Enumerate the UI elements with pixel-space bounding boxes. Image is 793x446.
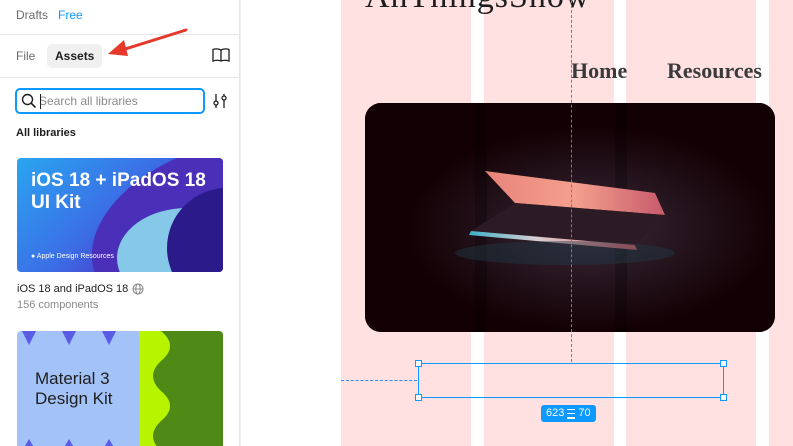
breadcrumb: Drafts Free (16, 8, 83, 22)
divider (0, 77, 239, 78)
resize-handle-bl[interactable] (415, 394, 422, 401)
apple-icon: ● (31, 253, 36, 260)
book-icon[interactable] (212, 47, 230, 63)
thumbnail-title: Material 3 Design Kit (35, 369, 113, 408)
selection-frame[interactable] (418, 363, 724, 398)
selection-width: 623 (546, 407, 565, 419)
library-thumbnail-ios[interactable]: iOS 18 + iPadOS 18 UI Kit ● Apple Design… (17, 158, 223, 272)
search-field[interactable] (15, 88, 205, 114)
design-canvas[interactable]: AnThingsShow Home Resources (241, 0, 793, 446)
search-input[interactable] (39, 92, 199, 110)
tab-assets[interactable]: Assets (47, 44, 103, 68)
tab-file[interactable]: File (16, 49, 35, 63)
library-thumbnail-material[interactable]: Material 3 Design Kit (17, 331, 223, 446)
filter-icon[interactable] (212, 93, 228, 109)
hero-image[interactable] (365, 103, 775, 332)
laptop-image (365, 103, 775, 332)
nav-home[interactable]: Home (571, 58, 627, 84)
smart-guide-horizontal (341, 380, 417, 381)
plan-badge[interactable]: Free (58, 8, 83, 22)
selection-size-badge: 623 70 (541, 405, 596, 422)
library-name-label: iOS 18 and iPadOS 18 (17, 283, 129, 295)
brand-label: Apple Design Resources (36, 253, 114, 260)
auto-layout-icon (567, 408, 576, 419)
resize-handle-br[interactable] (720, 394, 727, 401)
smart-guide-vertical (571, 0, 572, 362)
thumbnail-shape (139, 331, 170, 446)
resize-handle-tl[interactable] (415, 360, 422, 367)
nav-resources[interactable]: Resources (667, 58, 762, 84)
section-heading: All libraries (16, 127, 76, 139)
thumbnail-title: iOS 18 + iPadOS 18 UI Kit (31, 170, 206, 213)
selection-height: 70 (578, 407, 591, 419)
thumbnail-brand: ● Apple Design Resources (31, 253, 114, 260)
library-name[interactable]: iOS 18 and iPadOS 18 (17, 283, 144, 295)
resize-handle-tr[interactable] (720, 360, 727, 367)
library-count: 156 components (17, 299, 99, 311)
search-icon (21, 93, 37, 109)
annotation-arrow-icon (108, 28, 188, 56)
page-title[interactable]: AnThingsShow (365, 0, 590, 16)
assets-panel: Drafts Free File Assets All libraries iO… (0, 0, 240, 446)
drafts-link[interactable]: Drafts (16, 8, 48, 22)
text-caret (40, 94, 41, 109)
globe-icon (132, 283, 144, 295)
